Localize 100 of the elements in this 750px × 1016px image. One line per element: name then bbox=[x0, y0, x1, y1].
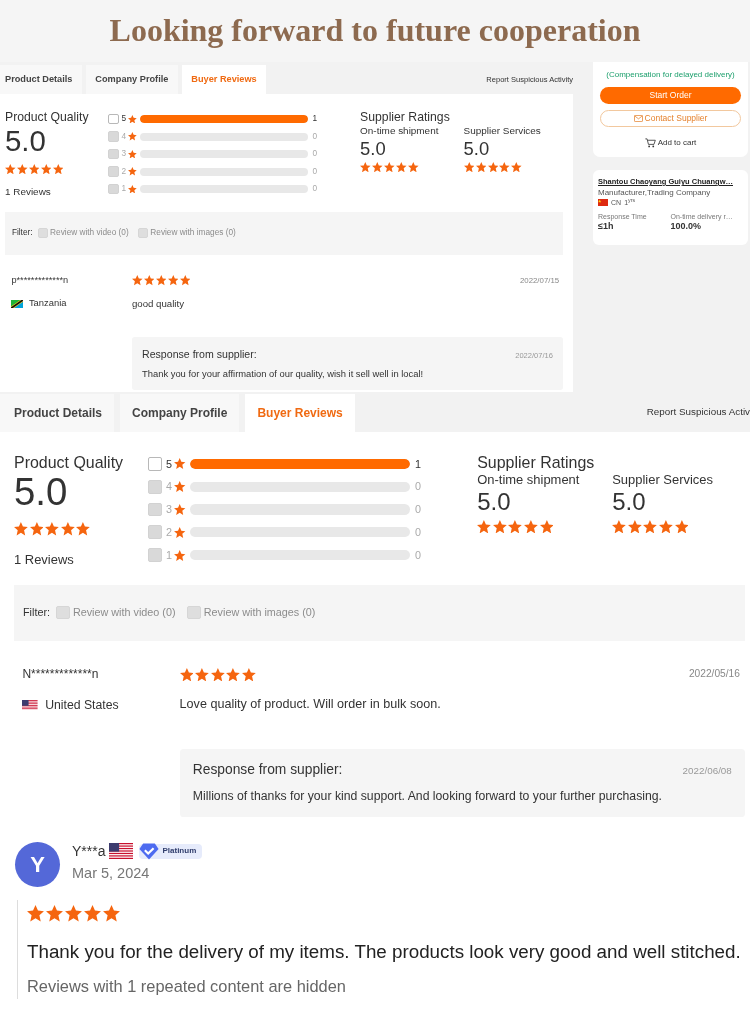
review-count: 1 Reviews bbox=[14, 551, 75, 568]
star-icon bbox=[76, 522, 91, 536]
star-icon bbox=[29, 522, 44, 536]
tab[interactable]: Company Profile bbox=[120, 393, 240, 432]
star-icon bbox=[508, 519, 523, 534]
filter-option-label: Review with images (0) bbox=[150, 228, 236, 239]
product-quality-label: Product Quality bbox=[5, 110, 90, 126]
rating-count: 0 bbox=[414, 548, 421, 562]
supplier-ratings-title: Supplier Ratings bbox=[477, 452, 596, 472]
filter-label: Filter: bbox=[23, 606, 50, 620]
response-title: Response from supplier: bbox=[142, 347, 257, 361]
banner-title: Looking forward to future cooperation bbox=[109, 13, 641, 49]
rating-count: 0 bbox=[414, 503, 421, 517]
star-icon bbox=[174, 481, 186, 493]
rating-count: 1 bbox=[414, 457, 421, 471]
star-icon bbox=[475, 161, 487, 173]
buyer-country: United States bbox=[45, 697, 119, 713]
star-icon bbox=[658, 519, 673, 534]
star-icon bbox=[511, 161, 522, 173]
star-icon bbox=[14, 522, 28, 536]
user-avatar: Y bbox=[15, 842, 60, 887]
star-level-label: 2 bbox=[165, 525, 172, 539]
buyer-name: p*************n bbox=[11, 275, 69, 287]
star-icon bbox=[40, 163, 52, 174]
china-flag-icon bbox=[598, 199, 608, 207]
star-icon bbox=[84, 905, 101, 922]
tab[interactable]: Product Details bbox=[0, 65, 82, 95]
response-text: Thank you for your affirmation of our quality, wish it sell well in local! bbox=[142, 368, 425, 380]
filter-option-label: Review with images (0) bbox=[203, 606, 316, 620]
star-icon bbox=[46, 905, 63, 922]
star-icon bbox=[384, 161, 395, 173]
product-quality-label: Product Quality bbox=[14, 452, 125, 472]
star-icon bbox=[492, 519, 507, 534]
filter-option-label: Review with video (0) bbox=[50, 228, 129, 239]
diamond-check-icon bbox=[139, 842, 160, 860]
review-text: Thank you for the delivery of my items. The products look very good and well stitched. bbox=[27, 939, 741, 964]
review-text: good quality bbox=[131, 298, 185, 310]
cart-icon bbox=[644, 137, 656, 148]
star-icon bbox=[28, 163, 40, 174]
star-level-label: 2 bbox=[121, 166, 127, 177]
star-icon bbox=[131, 275, 143, 286]
star-icon bbox=[195, 667, 209, 682]
review-date: Mar 5, 2024 bbox=[72, 865, 151, 883]
us-flag-icon bbox=[22, 699, 38, 711]
star-level-label: 1 bbox=[165, 548, 172, 562]
rating-count: 0 bbox=[312, 131, 317, 142]
star-icon bbox=[103, 905, 120, 922]
response-title: Response from supplier: bbox=[192, 762, 343, 779]
star-level-label: 3 bbox=[165, 503, 172, 517]
rating-score: 5.0 bbox=[612, 488, 647, 518]
rating-filter-checkbox[interactable] bbox=[148, 457, 163, 471]
mail-icon bbox=[633, 115, 643, 122]
star-icon bbox=[539, 519, 554, 534]
report-link[interactable]: Report Suspicious Activ bbox=[646, 405, 750, 418]
star-level-label: 4 bbox=[165, 480, 172, 494]
tab[interactable]: Company Profile bbox=[86, 65, 178, 95]
star-icon bbox=[372, 161, 383, 173]
star-icon bbox=[174, 504, 186, 516]
rating-filter-checkbox[interactable] bbox=[108, 113, 119, 125]
supplier-ratings-title: Supplier Ratings bbox=[360, 110, 451, 126]
star-icon bbox=[127, 184, 137, 194]
response-text: Millions of thanks for your kind support. And looking forward to your further purchasing. bbox=[192, 789, 663, 804]
star-icon bbox=[174, 526, 186, 538]
quality-score: 5.0 bbox=[5, 126, 47, 156]
star-icon bbox=[523, 519, 538, 534]
rating-label: On-time shipment bbox=[477, 471, 581, 488]
rating-count: 0 bbox=[312, 166, 317, 177]
star-icon bbox=[143, 275, 155, 286]
rating-count: 0 bbox=[414, 525, 421, 539]
star-icon bbox=[16, 163, 28, 174]
response-date: 2022/06/08 bbox=[682, 765, 732, 778]
supplier-type: Manufacturer,Trading Company bbox=[598, 188, 712, 198]
quality-score: 5.0 bbox=[14, 472, 69, 512]
membership-label: Platinum bbox=[162, 845, 197, 857]
star-icon bbox=[643, 519, 658, 534]
buyer-country: Tanzania bbox=[28, 298, 67, 310]
rating-score: 5.0 bbox=[360, 137, 387, 161]
star-icon bbox=[45, 522, 59, 536]
star-icon bbox=[407, 161, 419, 173]
star-icon bbox=[5, 163, 16, 174]
star-icon bbox=[127, 132, 137, 141]
rating-label: Supplier Services bbox=[612, 471, 714, 488]
stat-value: 100.0% bbox=[670, 221, 703, 234]
rating-label: Supplier Services bbox=[463, 125, 542, 138]
star-icon bbox=[627, 519, 642, 534]
star-icon bbox=[127, 167, 137, 176]
star-icon bbox=[477, 519, 491, 534]
star-level-label: 4 bbox=[121, 131, 127, 142]
tanzania-flag-icon bbox=[11, 299, 24, 309]
star-icon bbox=[174, 458, 186, 470]
tab[interactable]: Product Details bbox=[0, 393, 115, 432]
star-icon bbox=[127, 114, 137, 124]
us-flag-icon bbox=[109, 843, 134, 859]
add-to-cart-button[interactable]: Add to cart bbox=[642, 134, 699, 151]
star-icon bbox=[60, 522, 75, 536]
star-icon bbox=[499, 161, 511, 173]
star-icon bbox=[395, 161, 407, 173]
star-icon bbox=[179, 275, 191, 286]
review-date: 2022/05/16 bbox=[688, 668, 741, 681]
reviewer-name: Y***a bbox=[72, 841, 106, 861]
